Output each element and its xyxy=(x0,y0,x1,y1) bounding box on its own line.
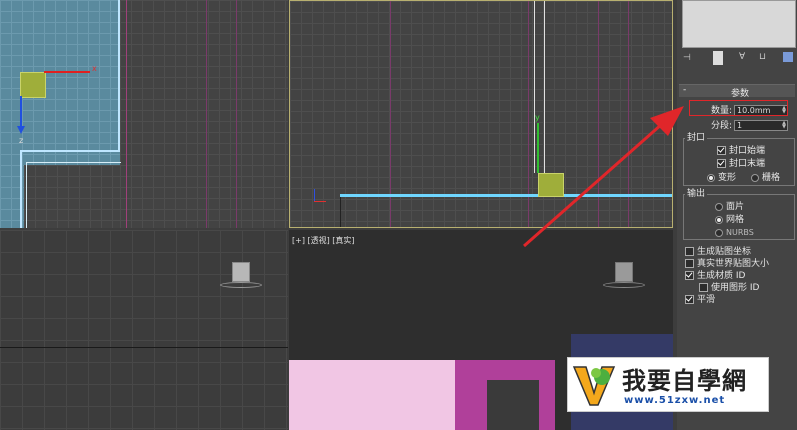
show-end-result-icon[interactable] xyxy=(713,51,723,65)
remove-modifier-icon[interactable]: ⊔ xyxy=(759,52,766,62)
rollout-header[interactable]: - 参数 xyxy=(679,84,795,99)
shape-outline-3 xyxy=(20,150,22,228)
shape-outline-5 xyxy=(26,162,27,228)
pin-stack-icon[interactable]: ⊣ xyxy=(683,53,691,63)
axis-y-label: y xyxy=(535,113,540,122)
checkbox[interactable] xyxy=(699,283,708,292)
mesh-radio[interactable]: 网格 xyxy=(715,215,744,225)
checkbox[interactable] xyxy=(685,247,694,256)
ground-line xyxy=(340,194,672,197)
watermark-url: www.51zxw.net xyxy=(624,395,726,406)
viewcube-icon[interactable] xyxy=(220,262,262,288)
configure-sets-icon[interactable] xyxy=(783,52,793,62)
gizmo-y-axis[interactable] xyxy=(537,123,539,173)
dark-object xyxy=(487,380,539,430)
make-unique-icon[interactable]: ∀ xyxy=(739,52,745,62)
view-axis-icon xyxy=(312,189,326,203)
radio-selected[interactable] xyxy=(707,173,715,182)
modifier-toolbar: ⊣ ∀ ⊔ xyxy=(679,50,797,68)
segments-value: 1 xyxy=(737,121,743,130)
checkbox-checked[interactable] xyxy=(685,295,694,304)
guide-line xyxy=(236,0,237,228)
vertical-shape-line xyxy=(544,1,545,173)
watermark-title: 我要自學網 xyxy=(622,367,747,395)
output-title: 输出 xyxy=(685,189,708,199)
shape-outline-2 xyxy=(20,150,120,152)
grid-radio[interactable]: 栅格 xyxy=(751,173,780,183)
use-shape-ids-checkbox[interactable]: 使用图形 ID xyxy=(699,283,759,293)
radio[interactable] xyxy=(715,228,723,237)
rollout-title: 参数 xyxy=(731,89,750,99)
nurbs-radio[interactable]: NURBS xyxy=(715,228,754,238)
axis-z-label: z xyxy=(19,136,24,145)
smooth-checkbox[interactable]: 平滑 xyxy=(685,295,715,305)
radio-selected[interactable] xyxy=(715,215,723,224)
watermark-logo: 我要自學網 www.51zxw.net xyxy=(567,357,769,412)
gen-map-coords-checkbox[interactable]: 生成贴图坐标 xyxy=(685,247,751,257)
shape-outline-4 xyxy=(26,162,121,163)
cap-start-checkbox[interactable]: 封口始端 xyxy=(717,146,765,156)
v-logo-icon xyxy=(572,363,616,407)
segments-spinner[interactable]: 1 ▲ ▼ xyxy=(734,120,788,131)
viewport-top-left[interactable]: x z xyxy=(0,0,288,228)
highlight-box xyxy=(689,100,788,116)
capping-title: 封口 xyxy=(685,133,708,143)
viewcube-icon[interactable] xyxy=(603,262,645,288)
viewport-top-right[interactable]: y xyxy=(289,0,673,228)
real-world-map-checkbox[interactable]: 真实世界贴图大小 xyxy=(685,259,769,269)
vertical-shape-line xyxy=(534,1,535,173)
collapse-icon[interactable]: - xyxy=(683,85,686,95)
outer-area-bottom xyxy=(24,165,120,228)
guide-line xyxy=(126,0,127,228)
segments-label: 分段: xyxy=(711,121,733,131)
checkbox-checked[interactable] xyxy=(717,146,726,155)
shape-outline xyxy=(118,0,120,150)
checkbox-checked[interactable] xyxy=(685,271,694,280)
gen-mat-ids-checkbox[interactable]: 生成材质 ID xyxy=(685,271,745,281)
gizmo-y-arrow xyxy=(17,126,25,134)
spinner-arrows[interactable]: ▲ ▼ xyxy=(781,121,787,130)
radio[interactable] xyxy=(751,173,759,182)
selected-object[interactable] xyxy=(20,72,46,98)
guide-line xyxy=(206,0,207,228)
viewport-bottom-left[interactable] xyxy=(0,230,288,430)
ground-line-dark xyxy=(340,197,341,227)
morph-radio[interactable]: 变形 xyxy=(707,173,736,183)
axis-x-label: x xyxy=(92,64,97,73)
outer-area xyxy=(120,0,288,228)
checkbox-checked[interactable] xyxy=(717,159,726,168)
patch-radio[interactable]: 面片 xyxy=(715,202,744,212)
cap-end-checkbox[interactable]: 封口末端 xyxy=(717,159,765,169)
horizon-line xyxy=(0,347,288,348)
color-swatch-area xyxy=(682,0,796,48)
pink-object xyxy=(289,360,455,430)
gizmo-x-axis[interactable] xyxy=(44,71,90,73)
checkbox[interactable] xyxy=(685,259,694,268)
viewport-label[interactable]: [+] [透视] [真实] xyxy=(292,235,355,246)
selected-object[interactable] xyxy=(538,173,564,197)
radio[interactable] xyxy=(715,202,723,211)
